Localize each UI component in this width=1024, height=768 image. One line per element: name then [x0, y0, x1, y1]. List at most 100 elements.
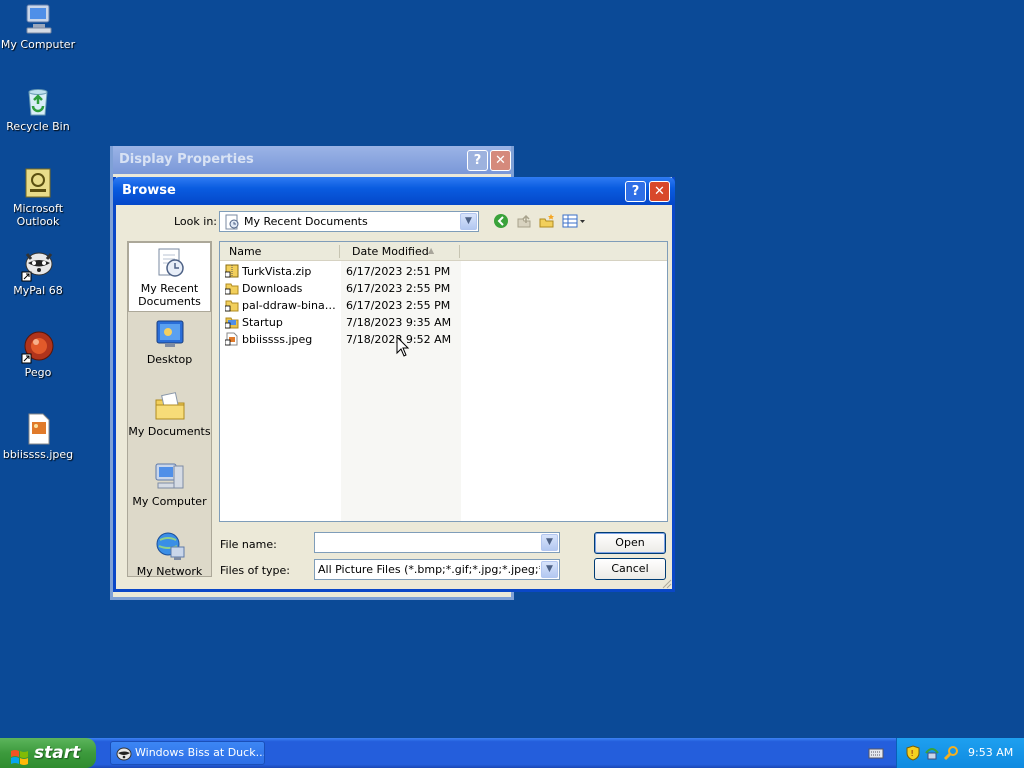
desktop-icon	[154, 318, 186, 350]
desktop-icon-outlook[interactable]: Microsoft Outlook	[0, 166, 76, 228]
desktop-icon-pego[interactable]: Pego	[0, 330, 76, 379]
folder-shortcut-icon	[224, 281, 239, 295]
clock[interactable]: 9:53 AM	[968, 746, 1013, 759]
place-my-computer[interactable]: My Computer	[128, 460, 211, 518]
chevron-down-icon[interactable]: ▼	[541, 534, 558, 551]
place-label: My Documents	[128, 425, 211, 438]
help-button[interactable]: ?	[467, 150, 488, 171]
look-in-label: Look in:	[174, 215, 217, 228]
close-button[interactable]: ✕	[490, 150, 511, 171]
up-folder-icon[interactable]	[515, 213, 533, 231]
help-button[interactable]: ?	[625, 181, 646, 202]
mypal-raccoon-icon	[116, 745, 132, 764]
file-name: Downloads	[242, 282, 303, 295]
file-date: 6/17/2023 2:55 PM	[346, 299, 451, 312]
open-button[interactable]: Open	[594, 532, 666, 554]
my-computer-icon	[21, 2, 55, 36]
look-in-dropdown[interactable]: My Recent Documents ▼	[219, 211, 479, 232]
file-row[interactable]: Downloads 6/17/2023 2:55 PM	[224, 280, 655, 297]
outlook-icon	[21, 166, 55, 200]
start-button[interactable]: start	[0, 738, 96, 768]
keyboard-icon[interactable]	[868, 745, 884, 764]
desktop-icon-label: MyPal 68	[13, 284, 63, 297]
folder-shortcut-icon	[224, 298, 239, 312]
recent-documents-icon	[154, 247, 186, 279]
file-row[interactable]: Startup 7/18/2023 9:35 AM	[224, 314, 655, 331]
windows-flag-icon	[10, 745, 28, 765]
taskbar-button-window[interactable]: Windows Biss at Duck...	[110, 741, 265, 765]
back-icon[interactable]	[492, 213, 510, 231]
file-name: bbiissss.jpeg	[242, 333, 313, 346]
place-my-documents[interactable]: My Documents	[128, 390, 211, 448]
place-label: Desktop	[146, 353, 193, 366]
file-name: Startup	[242, 316, 283, 329]
desktop-icon-label: My Computer	[0, 38, 76, 51]
my-network-icon	[154, 530, 186, 562]
file-name: TurkVista.zip	[242, 265, 312, 278]
file-type-label: Files of type:	[220, 564, 291, 577]
place-label: My Network	[136, 565, 203, 578]
security-shield-icon[interactable]: !	[906, 745, 920, 764]
taskbar-button-label: Windows Biss at Duck...	[135, 746, 265, 759]
system-tray: ! 9:53 AM	[896, 738, 1024, 768]
file-type-dropdown[interactable]: All Picture Files (*.bmp;*.gif;*.jpg;*.j…	[314, 559, 560, 580]
desktop-icon-label: Microsoft Outlook	[12, 202, 64, 228]
file-name-label: File name:	[220, 538, 277, 551]
close-button[interactable]: ✕	[649, 181, 670, 202]
browse-dialog[interactable]: Browse ? ✕ Look in: My Recent Documents …	[113, 177, 675, 592]
file-name-input[interactable]: ▼	[314, 532, 560, 553]
file-date: 6/17/2023 2:51 PM	[346, 265, 451, 278]
place-label: My Computer	[132, 495, 207, 508]
folder-shortcut-icon	[224, 315, 239, 329]
place-my-recent-documents[interactable]: My Recent Documents	[128, 242, 211, 312]
place-label: My Recent Documents	[138, 282, 201, 308]
network-icon[interactable]	[924, 745, 940, 764]
dialog-title: Browse	[122, 183, 176, 198]
place-desktop[interactable]: Desktop	[128, 318, 211, 376]
column-header-date-modified[interactable]: Date Modified	[352, 245, 429, 258]
file-row[interactable]: bbiissss.jpeg 7/18/2023 9:52 AM	[224, 331, 655, 348]
chevron-down-icon[interactable]: ▼	[460, 213, 477, 230]
file-list-header: Name Date Modified ▲	[220, 242, 667, 261]
taskbar: start Windows Biss at Duck... ! 9:53 AM	[0, 738, 1024, 768]
new-folder-icon[interactable]	[538, 213, 556, 231]
window-title: Display Properties	[119, 152, 254, 167]
svg-text:!: !	[911, 749, 914, 758]
my-computer-icon	[154, 460, 186, 492]
desktop-icon-label: Recycle Bin	[6, 120, 70, 133]
file-date: 7/18/2023 9:35 AM	[346, 316, 452, 329]
view-menu-icon[interactable]	[562, 213, 586, 231]
browse-titlebar[interactable]: Browse ? ✕	[113, 177, 675, 205]
recent-documents-icon	[224, 214, 240, 233]
desktop-icon-label: Pego	[24, 366, 52, 379]
desktop-icon-my-computer[interactable]: My Computer	[0, 2, 76, 51]
sort-ascending-icon: ▲	[428, 246, 435, 255]
chevron-down-icon[interactable]: ▼	[541, 561, 558, 578]
places-bar: My Recent Documents Desktop My Documents…	[127, 241, 212, 578]
desktop-icon-jpeg[interactable]: bbiissss.jpeg	[0, 412, 76, 461]
jpeg-file-icon	[21, 412, 55, 446]
file-date: 6/17/2023 2:55 PM	[346, 282, 451, 295]
cancel-button[interactable]: Cancel	[594, 558, 666, 580]
display-properties-titlebar[interactable]: Display Properties ? ✕	[113, 146, 511, 174]
search-icon[interactable]	[943, 745, 959, 764]
file-row[interactable]: pal-ddraw-binary... 6/17/2023 2:55 PM	[224, 297, 655, 314]
desktop-icon-mypal[interactable]: MyPal 68	[0, 248, 76, 297]
start-label: start	[34, 743, 81, 763]
desktop-icon-label: bbiissss.jpeg	[2, 448, 74, 461]
column-header-name[interactable]: Name	[229, 245, 261, 258]
file-name: pal-ddraw-binary...	[242, 299, 340, 312]
recycle-bin-icon	[21, 84, 55, 118]
my-documents-icon	[154, 390, 186, 422]
desktop-icon-recycle-bin[interactable]: Recycle Bin	[0, 84, 76, 133]
image-shortcut-icon	[224, 332, 239, 346]
zip-shortcut-icon	[224, 264, 239, 278]
place-my-network[interactable]: My Network	[128, 530, 211, 578]
look-in-value: My Recent Documents	[244, 215, 368, 228]
file-list[interactable]: Name Date Modified ▲ TurkVista.zip 6/17/…	[219, 241, 668, 522]
file-row[interactable]: TurkVista.zip 6/17/2023 2:51 PM	[224, 263, 655, 280]
resize-grip-icon[interactable]	[660, 577, 672, 589]
pego-icon	[21, 330, 55, 364]
mypal-raccoon-icon	[21, 248, 55, 282]
mouse-cursor-icon	[396, 335, 410, 358]
